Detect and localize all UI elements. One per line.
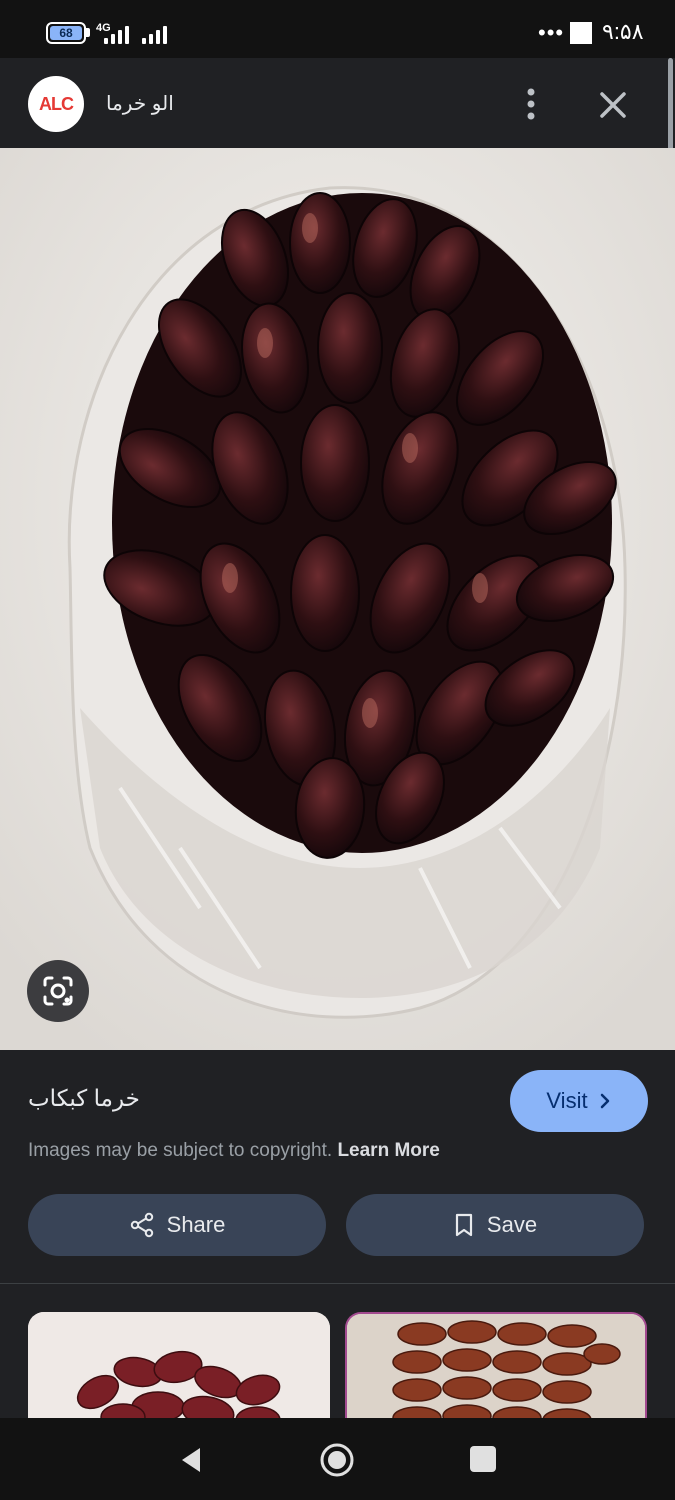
- top-app-bar: ALC الو خرما: [0, 58, 675, 148]
- dates-photo: [0, 148, 675, 1050]
- nav-home-button[interactable]: [318, 1441, 356, 1479]
- signal-strength-icon: [104, 24, 129, 44]
- more-vert-icon: [527, 88, 535, 120]
- site-logo[interactable]: ALC: [28, 76, 84, 132]
- google-lens-button[interactable]: [27, 960, 89, 1022]
- battery-icon: 68: [46, 22, 86, 44]
- clock: ۹:۵۸: [602, 19, 644, 44]
- share-label: Share: [166, 1212, 226, 1237]
- copyright-notice: Images may be subject to copyright. Lear…: [28, 1140, 440, 1162]
- home-icon: [320, 1443, 354, 1477]
- notification-overflow-icon: •••: [538, 20, 565, 45]
- related-image-1[interactable]: [28, 1312, 330, 1432]
- related-dates-photo-2: [347, 1314, 645, 1432]
- signal-strength-icon-2: [142, 24, 167, 44]
- close-icon: [600, 92, 626, 118]
- image-caption: خرما کبکاب: [28, 1085, 140, 1111]
- status-bar: 68 4G ••• ۹:۵۸: [0, 0, 675, 58]
- related-dates-photo-1: [28, 1312, 330, 1432]
- bookmark-icon: [455, 1213, 473, 1237]
- visit-label: Visit: [546, 1088, 588, 1113]
- visit-button[interactable]: Visit: [510, 1070, 648, 1132]
- site-title[interactable]: الو خرما: [106, 91, 174, 116]
- google-lens-icon: [43, 976, 73, 1006]
- back-icon: [182, 1448, 200, 1472]
- related-image-2[interactable]: [345, 1312, 647, 1432]
- more-options-button[interactable]: [516, 84, 546, 124]
- main-image[interactable]: [0, 148, 675, 1050]
- copyright-text: Images may be subject to copyright.: [28, 1140, 333, 1161]
- chevron-right-icon: [600, 1093, 609, 1109]
- recents-icon[interactable]: [470, 1446, 496, 1472]
- share-icon: [130, 1212, 153, 1238]
- save-button[interactable]: Save: [346, 1194, 644, 1256]
- divider: [0, 1283, 675, 1284]
- battery-level: 68: [59, 26, 73, 40]
- learn-more-link[interactable]: Learn More: [337, 1140, 439, 1161]
- notification-icon: [570, 22, 592, 44]
- nav-back-button[interactable]: [176, 1445, 206, 1475]
- close-button[interactable]: [594, 86, 632, 124]
- image-viewer-screen: 68 4G ••• ۹:۵۸ ALC الو خرما خرما کبکاب V…: [0, 0, 675, 1500]
- save-label: Save: [486, 1212, 538, 1237]
- share-button[interactable]: Share: [28, 1194, 326, 1256]
- system-navigation-bar: [0, 1418, 675, 1500]
